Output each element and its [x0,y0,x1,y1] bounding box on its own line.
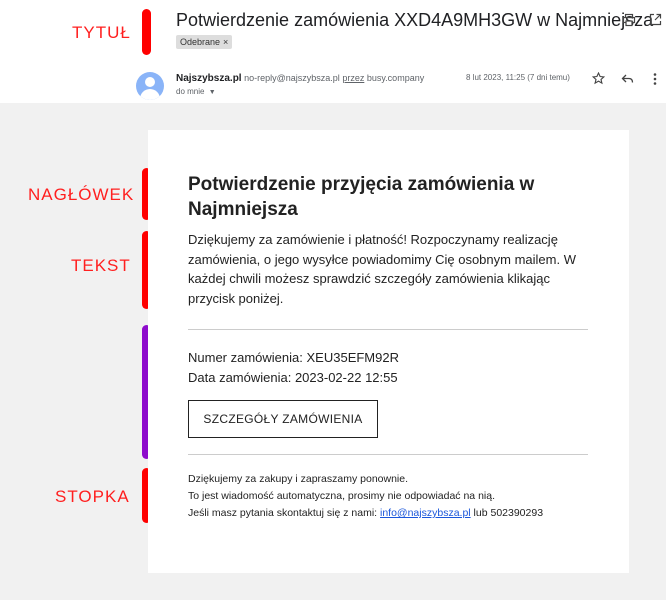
email-subject: Potwierdzenie zamówienia XXD4A9MH3GW w N… [176,10,654,30]
more-vert-icon[interactable] [652,72,658,89]
footer-line-1: Dziękujemy za zakupy i zapraszamy ponown… [188,473,409,485]
footer-line-3: Jeśli masz pytania skontaktuj się z nami… [188,507,543,519]
annotation-header-label: NAGŁÓWEK [28,185,135,204]
sender-avatar [136,72,164,100]
message-body-text: Dziękujemy za zamówienie i płatność! Roz… [188,232,576,306]
label-chip-text: Odebrane [180,37,221,47]
annotation-text-label: TEKST [71,256,131,275]
footer-phone-text: lub 502390293 [473,507,544,519]
order-number-line: Numer zamówienia: XEU35EFM92R [188,350,399,365]
order-number-label: Numer zamówienia: [188,350,303,365]
order-number-value: XEU35EFM92R [306,350,399,365]
email-date: 8 lut 2023, 11:25 (7 dni temu) [466,73,570,82]
annotation-title-bar [142,9,151,55]
footer-line-2: To jest wiadomość automatyczna, prosimy … [188,490,495,502]
label-chip[interactable]: Odebrane × [176,35,233,49]
caret-down-icon: ▼ [208,89,216,96]
order-details-button[interactable]: SZCZEGÓŁY ZAMÓWIENIA [188,400,378,438]
footer-email-link[interactable]: info@najszybsza.pl [380,507,471,519]
recipient-text: do mnie [176,87,205,96]
printer-icon[interactable] [622,13,636,30]
order-date-value: 2023-02-22 12:55 [294,370,398,385]
sender-line: Najszybsza.pl no-reply@najszybsza.pl prz… [176,73,424,84]
order-date-line: Data zamówienia: 2023-02-22 12:55 [188,370,398,385]
recipient-dropdown[interactable]: do mnie ▼ [176,87,216,96]
sender-address: no-reply@najszybsza.pl [244,73,340,83]
reply-icon[interactable] [621,72,634,88]
annotation-footer-label: STOPKA [55,487,130,506]
message-heading: Potwierdzenie przyjęcia zamówienia w Naj… [188,174,535,220]
footer-contact-text: Jeśli masz pytania skontaktuj się z nami… [188,507,378,519]
star-icon[interactable] [591,71,606,88]
via-domain: busy.company [366,73,425,83]
via-word: przez [342,73,365,83]
divider-bottom [188,454,588,455]
open-in-new-icon[interactable] [649,13,662,29]
divider-top [188,329,588,330]
chip-close-icon[interactable]: × [223,37,228,47]
sender-name: Najszybsza.pl [176,73,242,84]
annotation-title-label: TYTUŁ [72,23,131,42]
order-date-label: Data zamówienia: [188,370,292,385]
